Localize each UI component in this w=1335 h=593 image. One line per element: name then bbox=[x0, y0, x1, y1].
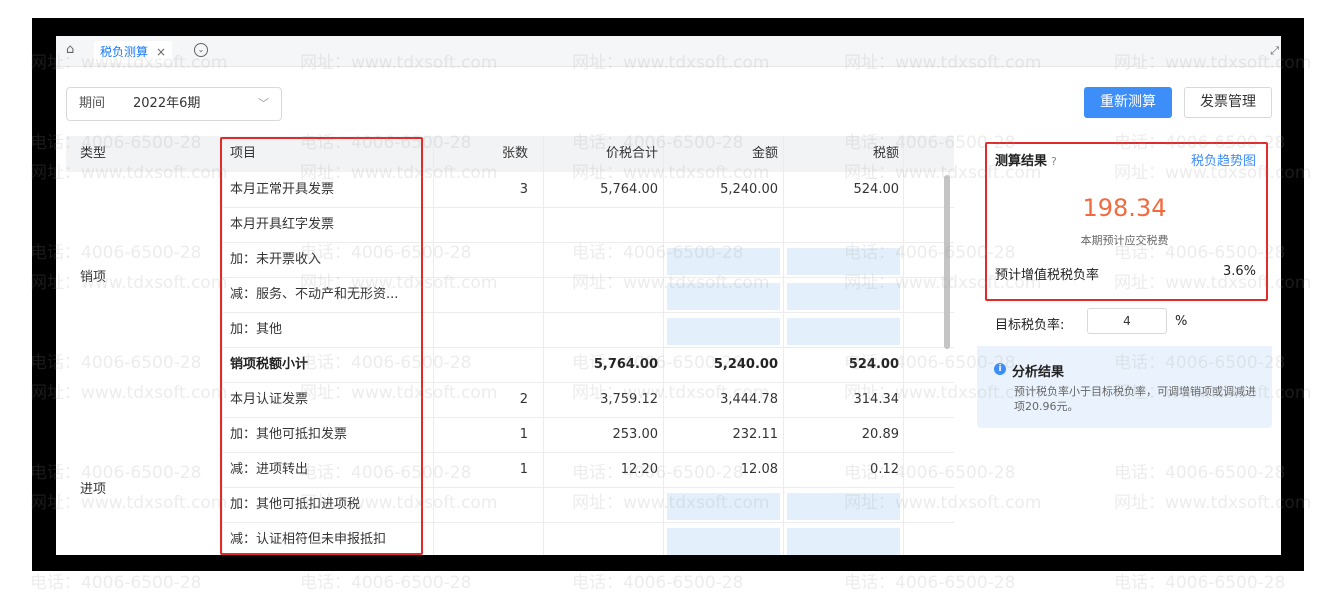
row-amount bbox=[658, 207, 778, 242]
row-tax bbox=[778, 522, 899, 555]
analysis-text: 预计税负率小于目标税负率，可调增销项或调减进项20.96元。 bbox=[1014, 385, 1256, 413]
row-tax bbox=[778, 487, 899, 522]
row-amount bbox=[658, 487, 778, 522]
analysis-title: 分析结果 bbox=[1012, 365, 1065, 380]
row-amount: 12.08 bbox=[740, 462, 778, 477]
invoice-management-button[interactable]: 发票管理 bbox=[1184, 87, 1272, 118]
table-header: 类型 项目 张数 价税合计 金额 税额 bbox=[66, 136, 954, 172]
watermark-phone: 电话：4006-6500-28 bbox=[300, 573, 472, 593]
period-value: 2022年6期 bbox=[133, 96, 201, 111]
row-total: 5,764.00 bbox=[593, 357, 658, 372]
expand-icon[interactable]: ⤢ bbox=[1270, 44, 1279, 58]
row-total bbox=[538, 487, 658, 522]
recalculate-button[interactable]: 重新测算 bbox=[1084, 87, 1172, 118]
tab-bar: ⌂ 税负测算 × ⌄ ⤢ bbox=[56, 36, 1281, 67]
row-amount bbox=[658, 242, 778, 277]
row-total bbox=[538, 522, 658, 555]
row-tax: 0.12 bbox=[870, 462, 899, 477]
type-cell-input: 进项 bbox=[66, 382, 223, 555]
period-select[interactable]: 期间 2022年6期 ﹀ bbox=[66, 87, 282, 121]
row-amount: 3,444.78 bbox=[720, 392, 778, 407]
tab-tax-calculation[interactable]: 税负测算 × bbox=[94, 41, 173, 63]
highlight-box-items bbox=[220, 137, 423, 555]
row-total: 3,759.12 bbox=[600, 392, 658, 407]
watermark-phone: 电话：4006-6500-28 bbox=[30, 573, 202, 593]
row-total bbox=[538, 312, 658, 347]
row-tax bbox=[778, 312, 899, 347]
row-total bbox=[538, 242, 658, 277]
row-tax bbox=[778, 277, 899, 312]
row-tax: 20.89 bbox=[861, 427, 899, 442]
row-tax: 524.00 bbox=[848, 357, 899, 372]
chevron-down-icon: ﹀ bbox=[258, 97, 269, 110]
info-icon: i bbox=[994, 363, 1006, 375]
target-rate-input[interactable]: 4 bbox=[1087, 308, 1167, 334]
table-scrollbar[interactable] bbox=[944, 175, 950, 349]
header-amount: 金额 bbox=[751, 146, 778, 161]
type-cell-output: 销项 bbox=[66, 172, 223, 382]
row-total bbox=[538, 207, 658, 242]
target-rate-label: 目标税负率: bbox=[995, 318, 1065, 333]
row-total: 12.20 bbox=[620, 462, 658, 477]
highlight-box-result bbox=[985, 142, 1268, 301]
row-tax bbox=[778, 242, 899, 277]
row-amount bbox=[658, 522, 778, 555]
watermark-phone: 电话：4006-6500-28 bbox=[1114, 573, 1286, 593]
row-amount: 5,240.00 bbox=[713, 357, 778, 372]
header-total: 价税合计 bbox=[605, 146, 658, 161]
row-amount: 5,240.00 bbox=[720, 182, 778, 197]
chevron-down-icon[interactable]: ⌄ bbox=[194, 43, 208, 57]
target-rate-unit: % bbox=[1175, 314, 1188, 329]
tab-label: 税负测算 bbox=[100, 45, 149, 59]
watermark-phone: 电话：4006-6500-28 bbox=[844, 573, 1016, 593]
analysis-box: i 分析结果 预计税负率小于目标税负率，可调增销项或调减进项20.96元。 bbox=[977, 346, 1272, 428]
type-label-input: 进项 bbox=[80, 482, 107, 497]
header-type: 类型 bbox=[80, 146, 107, 161]
watermark-phone: 电话：4006-6500-28 bbox=[572, 573, 744, 593]
row-total: 5,764.00 bbox=[600, 182, 658, 197]
row-amount: 232.11 bbox=[732, 427, 779, 442]
home-icon[interactable]: ⌂ bbox=[66, 43, 80, 57]
type-label-output: 销项 bbox=[80, 270, 107, 285]
close-icon[interactable]: × bbox=[156, 45, 166, 59]
row-tax bbox=[778, 207, 899, 242]
row-amount bbox=[658, 312, 778, 347]
header-tax: 税额 bbox=[872, 146, 899, 161]
row-tax: 524.00 bbox=[853, 182, 900, 197]
row-total bbox=[538, 277, 658, 312]
period-label: 期间 bbox=[79, 96, 106, 111]
row-total: 253.00 bbox=[612, 427, 659, 442]
row-amount bbox=[658, 277, 778, 312]
row-tax: 314.34 bbox=[853, 392, 900, 407]
